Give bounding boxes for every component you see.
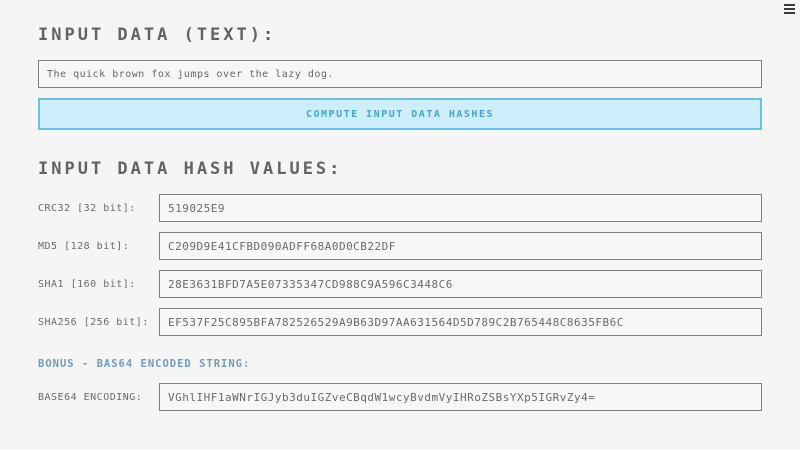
input-data-text-field[interactable]: [38, 60, 762, 88]
crc32-label: CRC32 [32 bit]:: [38, 203, 159, 214]
hash-values-title: INPUT DATA HASH VALUES:: [38, 158, 762, 180]
base64-label: BASE64 ENCODING:: [38, 392, 159, 403]
sha256-label: SHA256 [256 bit]:: [38, 317, 159, 328]
base64-value-field[interactable]: [159, 383, 762, 411]
md5-value-field[interactable]: [159, 232, 762, 260]
crc32-value-field[interactable]: [159, 194, 762, 222]
input-data-title: INPUT DATA (TEXT):: [38, 24, 762, 46]
sha256-value-field[interactable]: [159, 308, 762, 336]
hash-tool-page: INPUT DATA (TEXT): COMPUTE INPUT DATA HA…: [0, 0, 800, 411]
compute-hashes-button[interactable]: COMPUTE INPUT DATA HASHES: [38, 98, 762, 130]
table-row: SHA1 [160 bit]:: [38, 270, 762, 298]
table-row: MD5 [128 bit]:: [38, 232, 762, 260]
table-row: CRC32 [32 bit]:: [38, 194, 762, 222]
table-row: BASE64 ENCODING:: [38, 383, 762, 411]
md5-label: MD5 [128 bit]:: [38, 241, 159, 252]
sha1-label: SHA1 [160 bit]:: [38, 279, 159, 290]
table-row: SHA256 [256 bit]:: [38, 308, 762, 336]
bonus-base64-title: BONUS - BAS64 ENCODED STRING:: [38, 358, 762, 370]
sha1-value-field[interactable]: [159, 270, 762, 298]
